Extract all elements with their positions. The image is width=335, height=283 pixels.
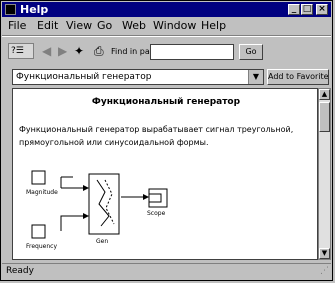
vertical-scrollbar[interactable]: ▲ ▼ [318,88,331,260]
magnitude-label: Magnitude [26,189,58,196]
resize-grip-icon[interactable]: ⋰ [320,264,329,279]
reload-button[interactable]: ✦ [74,43,88,59]
frequency-block: Frequency [26,224,57,250]
menu-go[interactable]: Go [97,19,112,32]
menu-edit[interactable]: Edit [37,19,58,32]
chevron-down-icon[interactable]: ▼ [248,70,263,84]
scope-label: Scope [147,210,166,217]
toolbar-divider [2,35,331,37]
maximize-icon[interactable]: □ [301,4,313,15]
help-navigator-button[interactable]: ?☰ [8,43,34,59]
window-title: Help [20,3,49,16]
status-text: Ready [6,266,34,276]
go-button[interactable]: Go [239,44,263,60]
scroll-down-icon[interactable]: ▼ [319,248,330,259]
help-content-pane: Функциональный генератор Функциональный … [12,88,318,260]
topic-dropdown[interactable]: Функциональный генератор ▼ [12,69,264,85]
menu-file[interactable]: File [8,19,26,32]
menu-view[interactable]: View [66,19,92,32]
menu-window[interactable]: Window [153,19,196,32]
app-icon [5,4,16,15]
status-bar: Ready ⋰ [2,263,331,280]
gen-label: Gen [96,238,108,245]
forward-button[interactable]: ▶ [58,43,72,59]
close-icon[interactable]: × [316,4,328,15]
minimize-icon[interactable]: _ [288,4,300,15]
add-to-favorites-button[interactable]: Add to Favorites [267,69,329,85]
menu-bar: File Edit View Go Web Window Help [2,17,331,33]
scroll-thumb[interactable] [319,102,330,132]
title-bar[interactable]: Help _ □ × [2,2,331,17]
menu-web[interactable]: Web [122,19,146,32]
scroll-up-icon[interactable]: ▲ [319,89,330,100]
description-text: Функциональный генератор вырабатывает си… [19,125,294,147]
page-title: Функциональный генератор [91,97,241,107]
print-button[interactable]: ⎙ [94,43,108,59]
menu-help[interactable]: Help [201,19,226,32]
gen-block: Gen [88,173,120,245]
frequency-label: Frequency [26,243,57,250]
block-diagram: Magnitude Frequency Gen Scope [26,170,168,250]
find-in-page-input[interactable] [150,44,234,60]
help-icon: ?☰ [11,46,24,56]
help-window: Help _ □ × File Edit View Go Web Window … [0,0,333,281]
magnitude-block: Magnitude [26,170,58,196]
back-button[interactable]: ◀ [42,43,56,59]
topic-selected: Функциональный генератор [16,72,152,82]
scope-block: Scope [147,188,168,217]
